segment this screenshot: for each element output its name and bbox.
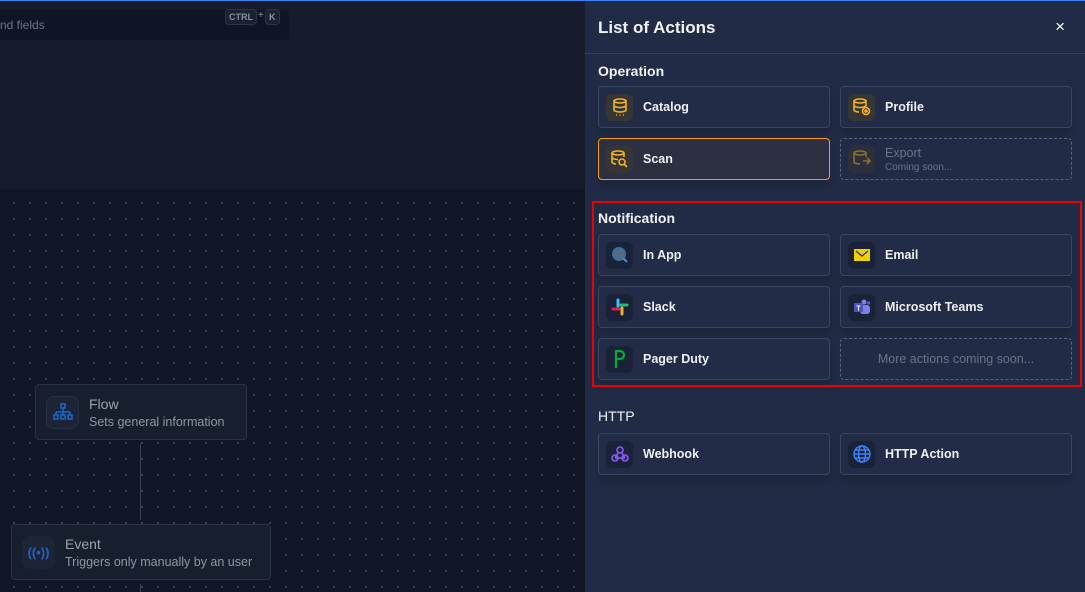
section-http: HTTP — [598, 408, 635, 424]
search-placeholder: nd fields — [0, 18, 45, 32]
action-export: Export Coming soon... — [840, 138, 1072, 180]
flow-edge — [140, 444, 141, 520]
broadcast-icon: ((•)) — [22, 535, 55, 569]
action-http[interactable]: HTTP Action — [840, 433, 1072, 475]
action-email[interactable]: Email — [840, 234, 1072, 276]
slack-icon — [606, 293, 633, 321]
more-actions-placeholder: More actions coming soon... — [840, 338, 1072, 380]
close-icon[interactable]: × — [1055, 17, 1065, 37]
action-label: Slack — [643, 300, 676, 314]
action-label: Email — [885, 248, 919, 262]
pagerduty-icon — [606, 345, 633, 373]
action-slack[interactable]: Slack — [598, 286, 830, 328]
database-eye-icon — [848, 93, 875, 121]
panel-title: List of Actions — [598, 18, 716, 37]
node-subtitle: Sets general information — [89, 414, 225, 429]
node-title: Flow — [89, 395, 119, 412]
action-label: Pager Duty — [643, 352, 709, 366]
node-title: Event — [65, 535, 101, 552]
action-label: Profile — [885, 100, 924, 114]
coming-soon-label: Coming soon... — [885, 161, 953, 173]
action-in-app[interactable]: In App — [598, 234, 830, 276]
event-node[interactable]: ((•)) Event Triggers only manually by an … — [11, 524, 271, 580]
flow-canvas[interactable]: Flow Sets general information ((•)) Event… — [0, 189, 585, 592]
action-label: In App — [643, 248, 682, 262]
section-notification: Notification — [598, 210, 675, 226]
action-label: Microsoft Teams — [885, 300, 984, 314]
coming-soon-label: More actions coming soon... — [877, 352, 1035, 366]
database-export-icon — [848, 145, 875, 173]
action-scan[interactable]: Scan — [598, 138, 830, 180]
flow-node[interactable]: Flow Sets general information — [35, 384, 247, 440]
action-webhook[interactable]: Webhook — [598, 433, 830, 475]
action-label: Export — [885, 145, 922, 160]
divider — [585, 53, 1085, 54]
in-app-icon — [606, 241, 633, 269]
kbd-plus: + — [258, 10, 264, 21]
kbd-k: K — [265, 9, 280, 25]
node-subtitle: Triggers only manually by an user — [65, 554, 253, 569]
action-label: Catalog — [643, 100, 689, 114]
database-search-icon — [606, 145, 633, 173]
kbd-ctrl: CTRL — [225, 9, 257, 25]
action-catalog[interactable]: Catalog — [598, 86, 830, 128]
flow-edge — [140, 584, 141, 592]
action-label: Scan — [643, 152, 673, 166]
email-icon — [848, 241, 875, 269]
globe-icon — [848, 440, 875, 468]
action-label: HTTP Action — [885, 447, 960, 461]
teams-icon: T — [848, 293, 875, 321]
svg-text:T: T — [856, 306, 861, 313]
action-label: Webhook — [643, 447, 700, 461]
toolbar-area: nd fields CTRL + K — [0, 1, 585, 189]
action-pager-duty[interactable]: Pager Duty — [598, 338, 830, 380]
section-operation: Operation — [598, 63, 665, 79]
database-icon — [606, 93, 633, 121]
sitemap-icon — [46, 395, 79, 429]
actions-panel: List of Actions × Operation Catalog Prof… — [585, 1, 1085, 592]
action-profile[interactable]: Profile — [840, 86, 1072, 128]
webhook-icon — [606, 440, 633, 468]
action-microsoft-teams[interactable]: T Microsoft Teams — [840, 286, 1072, 328]
